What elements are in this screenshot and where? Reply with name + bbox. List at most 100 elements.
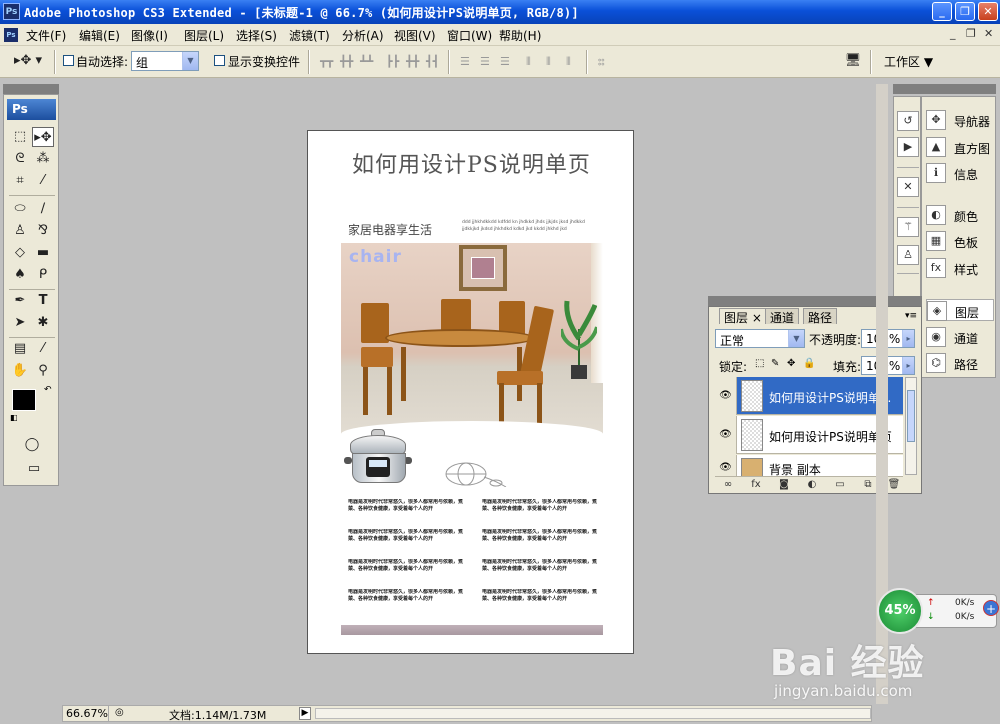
layer-row[interactable]: 👁 如何用设计PS说明单页 [715, 416, 903, 454]
actions-icon[interactable]: ▶ [897, 137, 919, 157]
minimize-button[interactable]: _ [932, 2, 952, 21]
panel-menu-icon[interactable]: ▾≡ [905, 311, 917, 321]
eyedropper-small-icon[interactable]: ⁄ [32, 171, 54, 191]
zoom-icon[interactable]: ⚲ [32, 361, 54, 381]
dock-styles[interactable]: fx 样式 [926, 257, 994, 279]
auto-select-checkbox[interactable] [63, 55, 74, 66]
doc-minimize-button[interactable]: _ [950, 27, 956, 40]
status-menu-arrow-icon[interactable]: ▶ [299, 707, 311, 720]
menu-select[interactable]: 选择(S) [236, 27, 277, 44]
auto-align-icon[interactable]: ⦂⦂ [598, 56, 614, 68]
eye-icon[interactable]: 👁 [715, 455, 737, 476]
distribute-hcenter-icon[interactable]: ⦀ [546, 56, 562, 68]
auto-select-dropdown[interactable]: 组 ▼ [131, 51, 199, 71]
brushes-icon[interactable]: ⚚ [897, 217, 919, 237]
layer-row[interactable]: 👁 背景 副本 [715, 455, 903, 477]
status-icon[interactable]: ◎ [115, 707, 124, 718]
plus-icon[interactable]: + [983, 600, 999, 616]
new-layer-icon[interactable]: ⧉ [861, 479, 875, 491]
dock-paths[interactable]: ⌬ 路径 [926, 352, 994, 374]
show-transform-checkbox[interactable] [214, 55, 225, 66]
pen-icon[interactable]: ✒ [9, 291, 31, 311]
menu-help[interactable]: 帮助(H) [499, 27, 541, 44]
distribute-left-icon[interactable]: ⦀ [526, 56, 542, 68]
blur-icon[interactable]: ♠ [9, 265, 31, 285]
align-top-icon[interactable]: ┳┳ [320, 56, 336, 68]
dock-info[interactable]: ℹ 信息 [926, 162, 994, 184]
magic-wand-icon[interactable]: ⁂ [32, 149, 54, 169]
notes-icon[interactable]: ▤ [9, 339, 31, 359]
hand-icon[interactable]: ✋ [9, 361, 31, 381]
distribute-right-icon[interactable]: ⦀ [566, 56, 582, 68]
dock-panel-header[interactable] [921, 84, 996, 94]
tab-layers[interactable]: 图层 × [719, 308, 767, 325]
file-browser-icon[interactable]: 🖥 [842, 51, 864, 71]
marquee-icon[interactable]: ⬚ [9, 127, 31, 147]
swap-colors-icon[interactable]: ↶ [44, 385, 52, 395]
eye-icon[interactable]: 👁 [715, 416, 737, 454]
document-icon[interactable]: Ps [4, 28, 18, 42]
link-layers-icon[interactable]: ∞ [721, 479, 735, 491]
canvas-document[interactable]: 如何用设计PS说明单页 家居电器享生活 ddd jjhkhdkkdd kdfdd… [307, 130, 634, 654]
lock-position-icon[interactable]: ✥ [787, 358, 795, 369]
new-group-icon[interactable]: ▭ [833, 479, 847, 491]
brush-icon[interactable]: ∕ [32, 199, 54, 219]
dodge-icon[interactable]: ᑭ [32, 265, 54, 285]
menu-filter[interactable]: 滤镜(T) [289, 27, 330, 44]
lasso-icon[interactable]: ᘓ [9, 149, 31, 169]
move-icon[interactable]: ▸✥ [32, 127, 54, 147]
dock-channels[interactable]: ◉ 通道 [926, 326, 994, 348]
move-tool-preset-icon[interactable]: ▸✥ ▾ [10, 51, 46, 71]
layers-scrollbar[interactable] [905, 377, 917, 475]
layers-panel-header[interactable] [708, 296, 922, 306]
dock-navigator[interactable]: ✥ 导航器 [926, 109, 994, 131]
crop-icon[interactable]: ⌗ [9, 171, 31, 191]
zoom-level[interactable]: 66.67% [63, 706, 109, 721]
add-mask-icon[interactable]: ◙ [777, 479, 791, 491]
lock-transparency-icon[interactable]: ⬚ [755, 358, 764, 369]
workspace-button[interactable]: 工作区 ▼ [884, 53, 933, 70]
align-bottom-icon[interactable]: ┻┻ [360, 56, 376, 68]
layer-row[interactable]: 👁 如何用设计PS说明单... [715, 377, 903, 415]
dock-swatches[interactable]: ▦ 色板 [926, 230, 994, 252]
shape-icon[interactable]: ✱ [32, 313, 54, 333]
doc-close-button[interactable]: ✕ [984, 27, 993, 40]
dock-strip-header[interactable] [893, 84, 921, 94]
close-button[interactable]: ✕ [978, 2, 998, 21]
quick-mask-icon[interactable]: ◯ [21, 435, 43, 455]
menu-view[interactable]: 视图(V) [394, 27, 436, 44]
path-select-icon[interactable]: ➤ [9, 313, 31, 333]
opacity-input[interactable]: 100% ▸ [861, 329, 915, 348]
toolbox-header[interactable] [3, 84, 59, 94]
doc-restore-button[interactable]: ❐ [966, 27, 976, 40]
gradient-icon[interactable]: ▬ [32, 243, 54, 263]
layer-style-icon[interactable]: fx [749, 479, 763, 491]
distribute-vcenter-icon[interactable]: ☰ [480, 56, 496, 68]
align-hcenter-icon[interactable]: ╋╋ [406, 56, 422, 68]
horizontal-scrollbar[interactable] [315, 708, 871, 719]
clone-source-icon[interactable]: ♙ [897, 245, 919, 265]
foreground-color-swatch[interactable] [12, 389, 36, 411]
eyedropper-icon[interactable]: ⁄ [32, 339, 54, 359]
menu-file[interactable]: 文件(F) [26, 27, 66, 44]
blend-mode-dropdown[interactable]: 正常 ▼ [715, 329, 805, 348]
dock-layers[interactable]: ◈ 图层 [926, 299, 994, 321]
tab-paths[interactable]: 路径 [803, 308, 838, 325]
healing-icon[interactable]: ⬭ [9, 199, 31, 219]
adjustment-layer-icon[interactable]: ◐ [805, 479, 819, 491]
maximize-button[interactable]: ❐ [955, 2, 975, 21]
lock-all-icon[interactable]: 🔒 [803, 358, 815, 369]
distribute-bottom-icon[interactable]: ☰ [500, 56, 516, 68]
align-right-icon[interactable]: ┫┫ [426, 56, 442, 68]
menu-window[interactable]: 窗口(W) [447, 27, 492, 44]
type-icon[interactable]: T [32, 291, 54, 311]
menu-layer[interactable]: 图层(L) [184, 27, 224, 44]
history-icon[interactable]: ↺ [897, 111, 919, 131]
align-left-icon[interactable]: ┣┣ [386, 56, 402, 68]
eye-icon[interactable]: 👁 [715, 377, 737, 415]
menu-edit[interactable]: 编辑(E) [79, 27, 120, 44]
align-vcenter-icon[interactable]: ╋╋ [340, 56, 356, 68]
tool-presets-icon[interactable]: ✕ [897, 177, 919, 197]
screen-mode-icon[interactable]: ▭ [21, 459, 47, 479]
default-colors-icon[interactable]: ◧ [10, 413, 18, 422]
